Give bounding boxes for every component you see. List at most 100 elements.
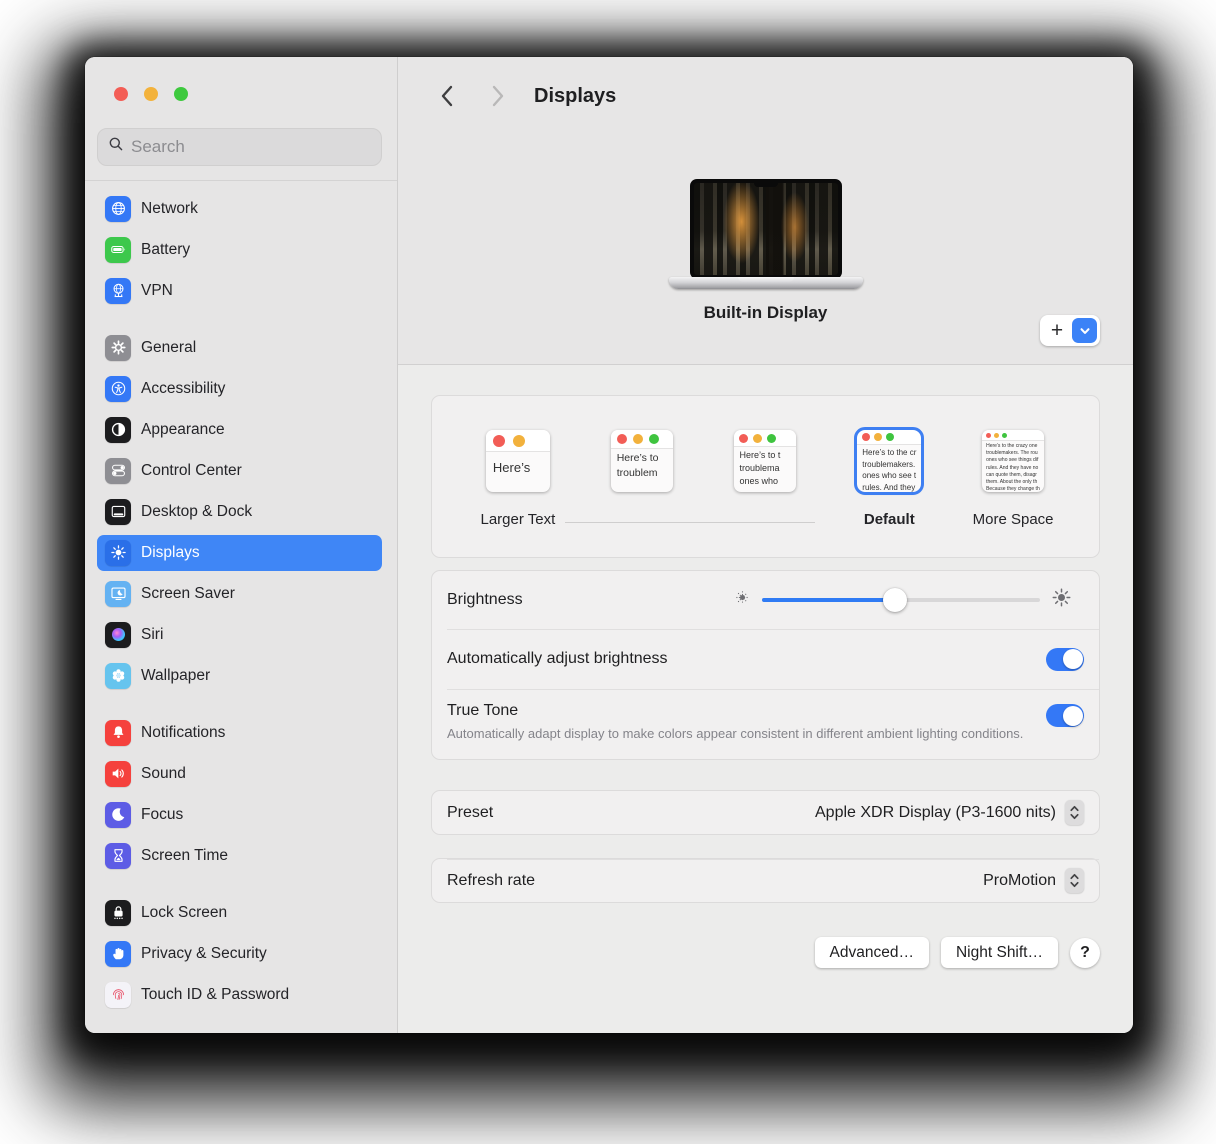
sidebar-item-network[interactable]: Network bbox=[97, 191, 382, 227]
add-display-menu-button[interactable] bbox=[1072, 318, 1097, 343]
resolution-option-label: More Space bbox=[973, 511, 1054, 529]
siri-orb-icon bbox=[105, 622, 131, 648]
sidebar-item-label: Displays bbox=[141, 544, 200, 562]
sidebar-item-lock-screen[interactable]: Lock Screen bbox=[97, 895, 382, 931]
window-dot-icon bbox=[994, 433, 999, 438]
forward-button[interactable] bbox=[486, 83, 510, 109]
hand-icon bbox=[105, 941, 131, 967]
sidebar-item-label: Siri bbox=[141, 626, 163, 644]
thumbnail-sample-text: Here’s bbox=[486, 452, 550, 477]
sidebar-item-label: VPN bbox=[141, 282, 173, 300]
advanced-button[interactable]: Advanced… bbox=[815, 937, 929, 968]
sidebar-item-focus[interactable]: Focus bbox=[97, 797, 382, 833]
resolution-option-larger-text[interactable]: Here’sLarger Text bbox=[463, 430, 573, 529]
page-title: Displays bbox=[534, 85, 616, 108]
sidebar-item-desktop-dock[interactable]: Desktop & Dock bbox=[97, 494, 382, 530]
chevron-down-icon bbox=[1078, 324, 1092, 338]
brightness-slider-fill bbox=[762, 598, 895, 602]
sidebar-item-displays[interactable]: Displays bbox=[97, 535, 382, 571]
lock-icon bbox=[105, 900, 131, 926]
close-window-icon[interactable] bbox=[114, 87, 128, 101]
brightness-row: Brightness bbox=[432, 571, 1099, 629]
resolution-option-default[interactable]: Here’s to the crtroublemakers.ones who s… bbox=[834, 430, 944, 529]
sidebar-item-label: General bbox=[141, 339, 196, 357]
auto-brightness-toggle[interactable] bbox=[1046, 648, 1084, 671]
sidebar-item-label: Privacy & Security bbox=[141, 945, 267, 963]
sidebar-item-accessibility[interactable]: Accessibility bbox=[97, 371, 382, 407]
sidebar-item-siri[interactable]: Siri bbox=[97, 617, 382, 653]
macbook-base bbox=[669, 277, 863, 289]
search-input[interactable]: Search bbox=[97, 128, 382, 166]
resolution-option-scale-2[interactable]: Here’s totroublem bbox=[587, 430, 697, 529]
resolution-thumbnail[interactable]: Here’s bbox=[486, 430, 550, 492]
sidebar-group: Lock Screen Privacy & Security Touch ID & … bbox=[97, 895, 382, 1013]
window-dot-icon bbox=[1002, 433, 1007, 438]
resolution-thumbnail[interactable]: Here’s totroublem bbox=[611, 430, 673, 492]
true-tone-toggle[interactable] bbox=[1046, 704, 1084, 727]
sidebar-item-privacy-security[interactable]: Privacy & Security bbox=[97, 936, 382, 972]
brightness-slider[interactable] bbox=[762, 589, 1040, 611]
window-dot-icon bbox=[767, 434, 776, 443]
resolution-thumbnail[interactable]: Here’s to the crtroublemakers.ones who s… bbox=[857, 430, 921, 492]
sidebar-item-label: Sound bbox=[141, 765, 186, 783]
bell-icon bbox=[105, 720, 131, 746]
sidebar-item-label: Battery bbox=[141, 241, 190, 259]
accessibility-icon bbox=[105, 376, 131, 402]
vpn-globe-icon bbox=[105, 278, 131, 304]
display-name-label: Built-in Display bbox=[704, 303, 828, 323]
toggles-icon bbox=[105, 458, 131, 484]
true-tone-description: Automatically adapt display to make colo… bbox=[447, 724, 1032, 744]
sidebar-item-label: Appearance bbox=[141, 421, 225, 439]
window-dot-icon bbox=[862, 433, 870, 441]
thumbnail-sample-text: Here’s totroublem bbox=[611, 449, 673, 481]
minimize-window-icon[interactable] bbox=[144, 87, 158, 101]
add-display-button[interactable]: + bbox=[1040, 317, 1072, 345]
sidebar-item-label: Focus bbox=[141, 806, 183, 824]
sidebar-item-vpn[interactable]: VPN bbox=[97, 273, 382, 309]
sidebar-groups: Network Battery VPN General Accessibility App… bbox=[85, 181, 397, 1033]
preset-stepper[interactable] bbox=[1065, 800, 1084, 825]
zoom-window-icon[interactable] bbox=[174, 87, 188, 101]
sidebar-item-touch-id-password[interactable]: Touch ID & Password bbox=[97, 977, 382, 1013]
preset-label: Preset bbox=[447, 804, 493, 822]
macbook-screen-image bbox=[690, 179, 842, 279]
resolution-thumbnail[interactable]: Here’s to ttroublemaones who bbox=[734, 430, 796, 492]
sidebar-item-sound[interactable]: Sound bbox=[97, 756, 382, 792]
brightness-bright-icon bbox=[1051, 587, 1072, 613]
sidebar-item-appearance[interactable]: Appearance bbox=[97, 412, 382, 448]
gear-icon bbox=[105, 335, 131, 361]
refresh-rate-row: Refresh rate ProMotion bbox=[431, 858, 1100, 903]
resolution-options: Here’sLarger Text Here’s totroublem Here’s… bbox=[456, 430, 1075, 529]
sidebar-item-screen-saver[interactable]: Screen Saver bbox=[97, 576, 382, 612]
builtin-display-preview: Built-in Display bbox=[398, 179, 1133, 323]
sidebar-item-label: Touch ID & Password bbox=[141, 986, 289, 1004]
resolution-thumbnail[interactable]: Here’s to the crazy onetroublemakers. Th… bbox=[982, 430, 1044, 492]
window-dot-icon bbox=[633, 434, 643, 444]
sidebar-item-general[interactable]: General bbox=[97, 330, 382, 366]
thumbnail-sample-text: Here’s to ttroublemaones who bbox=[734, 447, 796, 488]
sidebar-item-wallpaper[interactable]: Wallpaper bbox=[97, 658, 382, 694]
search-icon bbox=[108, 136, 124, 157]
refresh-rate-stepper[interactable] bbox=[1065, 868, 1084, 893]
footer-buttons: Advanced… Night Shift… ? bbox=[431, 937, 1100, 968]
window-dot-icon bbox=[513, 435, 525, 447]
auto-brightness-row: Automatically adjust brightness bbox=[432, 629, 1099, 689]
night-shift-button[interactable]: Night Shift… bbox=[941, 937, 1058, 968]
refresh-rate-label: Refresh rate bbox=[447, 872, 535, 890]
sidebar-item-notifications[interactable]: Notifications bbox=[97, 715, 382, 751]
help-button[interactable]: ? bbox=[1070, 938, 1100, 968]
resolution-option-scale-3[interactable]: Here’s to ttroublemaones who bbox=[710, 430, 820, 529]
window-dot-icon bbox=[874, 433, 882, 441]
search-placeholder: Search bbox=[131, 137, 185, 157]
sidebar-group: Network Battery VPN bbox=[97, 191, 382, 309]
sidebar-item-screen-time[interactable]: Screen Time bbox=[97, 838, 382, 874]
window-dot-icon bbox=[986, 433, 991, 438]
sidebar-item-control-center[interactable]: Control Center bbox=[97, 453, 382, 489]
sidebar-item-label: Lock Screen bbox=[141, 904, 227, 922]
resolution-option-more-space[interactable]: Here’s to the crazy onetroublemakers. Th… bbox=[958, 430, 1068, 529]
detail-pane: Displays Built-in Display + bbox=[398, 57, 1133, 1033]
sidebar-item-battery[interactable]: Battery bbox=[97, 232, 382, 268]
brightness-slider-knob[interactable] bbox=[883, 588, 907, 612]
window-dot-icon bbox=[739, 434, 748, 443]
back-button[interactable] bbox=[434, 83, 458, 109]
